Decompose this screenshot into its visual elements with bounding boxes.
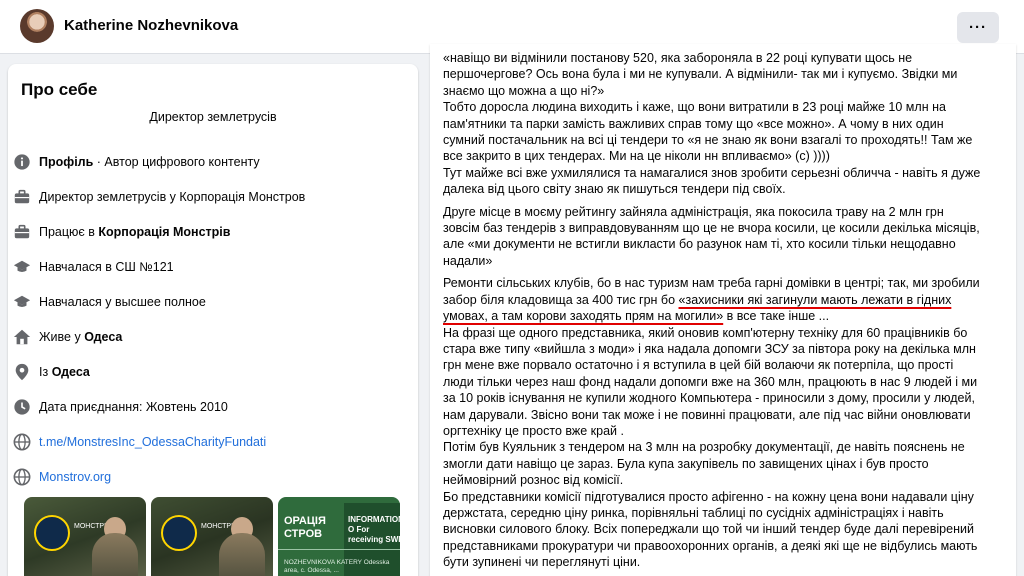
thumb-title: ОРАЦІЯ СТРОВ: [284, 515, 326, 540]
post-text-span: в все таке інше ...: [723, 309, 830, 324]
post-paragraph: Потім був Куяльник з тендером на 3 млн н…: [443, 440, 965, 488]
briefcase-icon: [12, 187, 32, 207]
post-body: «навіщо ви відмінили постанову 520, яка …: [443, 50, 983, 571]
workplace-link[interactable]: Корпорація Монстрів: [98, 225, 230, 239]
intro-row-lives-in: Живе у Одеса: [12, 327, 122, 347]
thumb-sub: NOZHEVNIKOVA KATERY Odesska area, c. Ode…: [284, 559, 390, 574]
charity-logo-icon: [34, 515, 70, 551]
post-paragraph: На фразі ще одного представника, який он…: [443, 325, 978, 438]
work-prefix: Працює в: [39, 225, 99, 239]
hometown-link[interactable]: Одеса: [52, 365, 90, 379]
divider: [278, 549, 400, 550]
featured-photo-1[interactable]: МОНСТРИ: [24, 497, 146, 576]
globe-icon: [12, 432, 32, 452]
about-title: Про себе: [21, 80, 98, 99]
featured-photo-2[interactable]: МОНСТРИ: [151, 497, 273, 576]
post-paragraph: Друге місце в моєму рейтингу зайняла адм…: [443, 204, 980, 268]
intro-row-school-1: Навчалася в СШ №121: [12, 257, 174, 277]
intro-row-joined: Дата приєднання: Жовтень 2010: [12, 397, 228, 417]
featured-photo-3[interactable]: ОРАЦІЯ СТРОВ INFORMATION O For receiving…: [278, 497, 400, 576]
charity-logo-icon: [161, 515, 197, 551]
intro-row-link-website: Monstrov.org: [12, 467, 111, 487]
thumb-info: INFORMATION O For receiving SWI: [348, 515, 400, 544]
briefcase-icon: [12, 222, 32, 242]
person-body: [219, 533, 265, 576]
intro-row-work-2: Працює в Корпорація Монстрів: [12, 222, 230, 242]
intro-row-from: Із Одеса: [12, 362, 90, 382]
person-body: [92, 533, 138, 576]
home-icon: [12, 327, 32, 347]
website-link[interactable]: Monstrov.org: [39, 470, 111, 484]
avatar[interactable]: [20, 9, 54, 43]
work-text: Директор землетрусів у Корпорація Монстр…: [39, 190, 306, 204]
current-city-link[interactable]: Одеса: [84, 330, 122, 344]
post-paragraph: Бо представники комісії підготувалися пр…: [443, 489, 978, 570]
lives-prefix: Живе у: [39, 330, 85, 344]
intro-row-work-1: Директор землетрусів у Корпорація Монстр…: [12, 187, 305, 207]
intro-row-link-telegram: t.me/MonstresInc_OdessaCharityFundati: [12, 432, 266, 452]
profile-label: Профіль: [39, 155, 94, 169]
joined-date: Дата приєднання: Жовтень 2010: [39, 400, 228, 414]
telegram-link[interactable]: t.me/MonstresInc_OdessaCharityFundati: [39, 435, 266, 449]
globe-icon: [12, 467, 32, 487]
graduation-cap-icon: [12, 292, 32, 312]
intro-row-profile: Профіль · Автор цифрового контенту: [12, 152, 260, 172]
about-card: Про себе Директор землетрусів МОНСТРИ МО…: [8, 64, 418, 576]
post-paragraph: Тут майже всі вже ухмилялися та намагали…: [443, 165, 981, 197]
school-text: Навчалася в СШ №121: [39, 260, 174, 274]
graduation-cap-icon: [12, 257, 32, 277]
education-text: Навчалася у высшее полное: [39, 295, 206, 309]
clock-icon: [12, 397, 32, 417]
more-options-button[interactable]: ···: [957, 12, 999, 43]
about-bio: Директор землетрусів: [149, 110, 277, 124]
from-prefix: Із: [39, 365, 52, 379]
post-paragraph-highlighted: Ремонти сільських клубів, бо в нас туриз…: [443, 275, 983, 324]
intro-row-school-2: Навчалася у высшее полное: [12, 292, 206, 312]
profile-category: · Автор цифрового контенту: [93, 155, 260, 169]
info-icon: [12, 152, 32, 172]
post-paragraph: «навіщо ви відмінили постанову 520, яка …: [443, 51, 958, 98]
profile-name[interactable]: Katherine Nozhevnikova: [64, 17, 238, 34]
post-paragraph: Тобто доросла людина виходить і каже, що…: [443, 100, 973, 164]
location-pin-icon: [12, 362, 32, 382]
